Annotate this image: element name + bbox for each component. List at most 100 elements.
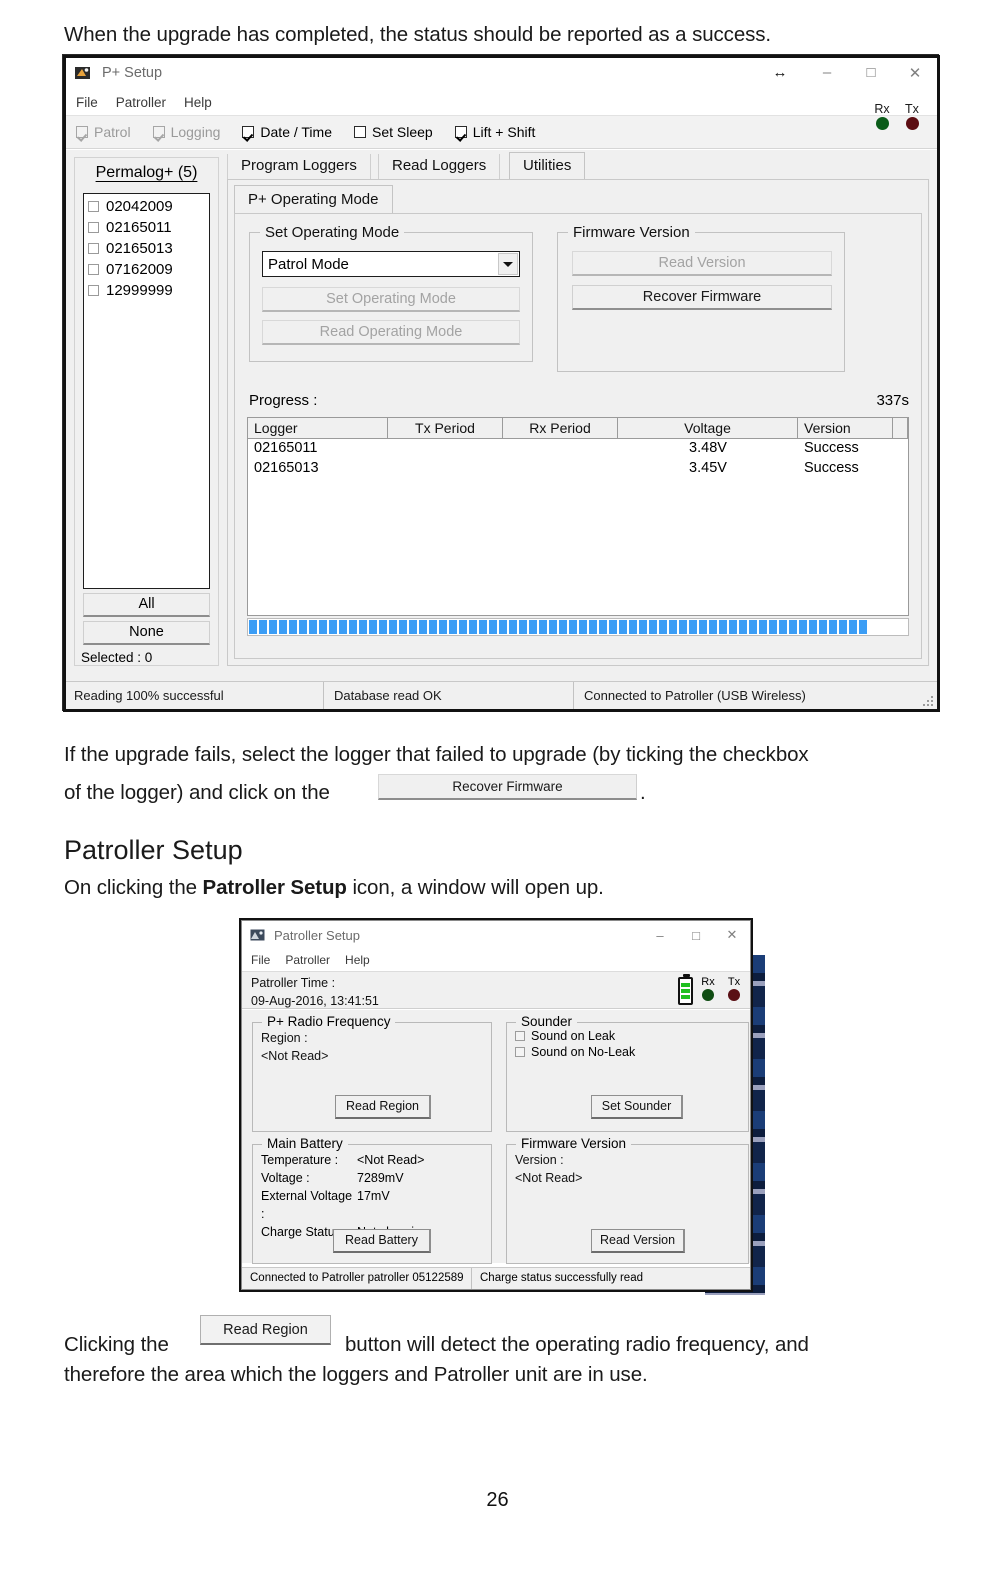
- checkbox-sound-on-leak[interactable]: Sound on Leak: [515, 1029, 748, 1043]
- status-cell-reading: Reading 100% successful: [64, 682, 324, 709]
- logger-checkbox[interactable]: [88, 285, 99, 296]
- table-row[interactable]: 02165011 3.48V Success: [248, 439, 908, 459]
- logger-list[interactable]: 02042009 02165011 02165013 07162009 1299…: [83, 193, 210, 589]
- minimize-button[interactable]: –: [805, 56, 849, 89]
- patroller-firmware-version-group: Firmware Version Version : <Not Read> Re…: [506, 1136, 749, 1264]
- select-all-button[interactable]: All: [83, 593, 210, 617]
- page-number: 26: [486, 1489, 509, 1511]
- checkbox-sound-on-leak-box[interactable]: [515, 1031, 525, 1041]
- list-item[interactable]: 02165011: [84, 217, 209, 238]
- window-title: P+ Setup: [102, 64, 163, 81]
- radio-frequency-group: P+ Radio Frequency Region : <Not Read> R…: [252, 1014, 492, 1132]
- battery-external-voltage-label: External Voltage :: [261, 1189, 353, 1221]
- select-none-button[interactable]: None: [83, 621, 210, 645]
- checkbox-lift-shift-box[interactable]: [454, 126, 467, 138]
- progress-segment: [729, 620, 737, 634]
- tx-label: Tx: [905, 102, 919, 116]
- logger-checkbox[interactable]: [88, 243, 99, 254]
- set-operating-mode-button[interactable]: Set Operating Mode: [262, 287, 520, 312]
- progress-results-grid[interactable]: Logger Tx Period Rx Period Voltage Versi…: [247, 417, 909, 616]
- checkbox-lift-shift[interactable]: Lift + Shift: [454, 124, 535, 140]
- progress-segment: [849, 620, 857, 634]
- inline-recover-firmware-button[interactable]: Recover Firmware: [378, 774, 637, 800]
- logger-checkbox[interactable]: [88, 264, 99, 275]
- clicking-paragraph-c: therefore the area which the loggers and…: [64, 1363, 648, 1386]
- progress-segment: [289, 620, 297, 634]
- recover-firmware-button[interactable]: Recover Firmware: [572, 285, 832, 310]
- patroller-minimize-button[interactable]: –: [642, 921, 678, 949]
- menu-item-file[interactable]: File: [76, 95, 98, 110]
- patroller-close-button[interactable]: ✕: [714, 921, 750, 949]
- checkbox-logging[interactable]: Logging: [152, 124, 220, 140]
- progress-segment: [569, 620, 577, 634]
- checkbox-set-sleep[interactable]: Set Sleep: [354, 124, 433, 140]
- column-header-voltage[interactable]: Voltage: [618, 418, 798, 438]
- read-version-button[interactable]: Read Version: [572, 251, 832, 276]
- logger-checkbox[interactable]: [88, 201, 99, 212]
- checkbox-sound-on-no-leak-box[interactable]: [515, 1047, 525, 1057]
- checkbox-patrol-box[interactable]: [76, 126, 88, 138]
- column-header-rx-period[interactable]: Rx Period: [503, 418, 618, 438]
- checkbox-date-time-box[interactable]: [242, 126, 255, 138]
- list-item[interactable]: 02165013: [84, 238, 209, 259]
- operating-mode-combobox[interactable]: Patrol Mode: [262, 251, 520, 277]
- menu-item-patroller[interactable]: Patroller: [116, 95, 166, 110]
- checkbox-logging-box[interactable]: [152, 126, 165, 138]
- patroller-menu-item-patroller[interactable]: Patroller: [285, 953, 330, 967]
- progress-segment: [299, 620, 307, 634]
- checkbox-set-sleep-label: Set Sleep: [372, 124, 433, 140]
- checkbox-date-time-label: Date / Time: [260, 124, 332, 140]
- progress-segment: [439, 620, 447, 634]
- progress-segment: [799, 620, 807, 634]
- checkbox-set-sleep-box[interactable]: [354, 126, 366, 138]
- progress-segment: [649, 620, 657, 634]
- progress-segment: [659, 620, 667, 634]
- column-header-tx-period[interactable]: Tx Period: [388, 418, 503, 438]
- column-header-logger[interactable]: Logger: [248, 418, 388, 438]
- progress-segment: [399, 620, 407, 634]
- progress-segment: [609, 620, 617, 634]
- read-region-button[interactable]: Read Region: [335, 1095, 431, 1119]
- resize-grip-icon[interactable]: [921, 694, 935, 708]
- tab-read-loggers[interactable]: Read Loggers: [378, 154, 501, 179]
- read-battery-button[interactable]: Read Battery: [333, 1229, 431, 1253]
- maximize-button[interactable]: □: [849, 56, 893, 89]
- patroller-rx-led-icon: [702, 989, 714, 1001]
- progress-segment: [449, 620, 457, 634]
- set-sounder-button[interactable]: Set Sounder: [591, 1095, 683, 1119]
- table-row[interactable]: 02165013 3.45V Success: [248, 459, 908, 479]
- chevron-down-icon[interactable]: [498, 253, 518, 275]
- logger-checkbox[interactable]: [88, 222, 99, 233]
- list-item[interactable]: 12999999: [84, 280, 209, 301]
- patroller-maximize-button[interactable]: □: [678, 921, 714, 949]
- tab-p-plus-operating-mode[interactable]: P+ Operating Mode: [234, 185, 393, 213]
- read-operating-mode-button[interactable]: Read Operating Mode: [262, 320, 520, 345]
- tab-program-loggers[interactable]: Program Loggers: [227, 154, 371, 179]
- patroller-menu-item-file[interactable]: File: [251, 953, 270, 967]
- list-item[interactable]: 02042009: [84, 196, 209, 217]
- close-button[interactable]: ✕: [893, 56, 937, 89]
- patroller-menu-item-help[interactable]: Help: [345, 953, 370, 967]
- patroller-read-version-button[interactable]: Read Version: [591, 1229, 685, 1253]
- progress-segment: [489, 620, 497, 634]
- checkbox-sound-on-no-leak[interactable]: Sound on No-Leak: [515, 1045, 748, 1059]
- tab-area: Program Loggers Read Loggers Utilities P…: [227, 152, 929, 666]
- inline-read-region-button[interactable]: Read Region: [200, 1315, 331, 1345]
- patroller-firmware-version-group-title: Firmware Version: [516, 1136, 632, 1151]
- checkbox-date-time[interactable]: Date / Time: [242, 124, 332, 140]
- checkbox-patrol[interactable]: Patrol: [76, 124, 131, 140]
- region-value: <Not Read>: [261, 1049, 329, 1063]
- menu-item-help[interactable]: Help: [184, 95, 212, 110]
- patroller-time-label: Patroller Time :: [251, 976, 336, 990]
- resize-arrow-icon[interactable]: ↔: [755, 56, 805, 89]
- column-header-blank[interactable]: [893, 418, 908, 438]
- column-header-version[interactable]: Version: [798, 418, 893, 438]
- patroller-tx-led-icon: [728, 989, 740, 1001]
- progress-segment: [259, 620, 267, 634]
- tab-utilities[interactable]: Utilities: [509, 152, 586, 179]
- list-item[interactable]: 07162009: [84, 259, 209, 280]
- utilities-tab-panel: P+ Operating Mode Set Operating Mode Pat…: [227, 179, 929, 666]
- grid-header-row: Logger Tx Period Rx Period Voltage Versi…: [248, 418, 908, 439]
- progress-segment: [589, 620, 597, 634]
- progress-segment: [529, 620, 537, 634]
